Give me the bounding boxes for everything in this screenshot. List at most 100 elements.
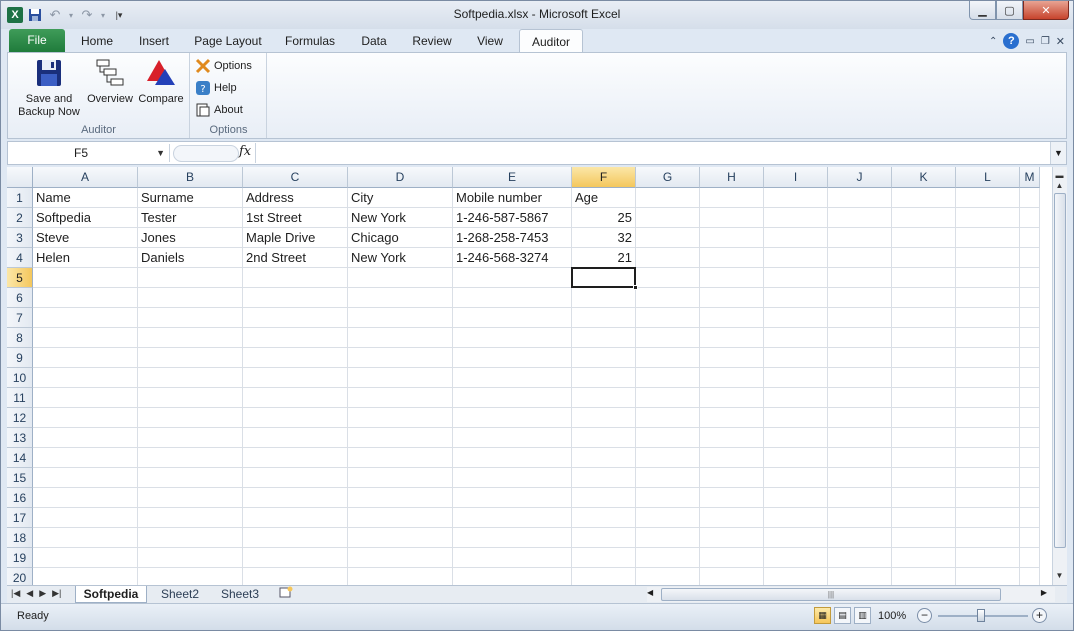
cell-f8[interactable] — [572, 328, 636, 348]
cell-d17[interactable] — [348, 508, 453, 528]
horizontal-scroll-thumb[interactable]: ||| — [661, 588, 1001, 601]
row-header[interactable]: 13 — [7, 428, 33, 448]
sheet-tab-sheet3[interactable]: Sheet3 — [211, 586, 269, 603]
cell-d8[interactable] — [348, 328, 453, 348]
cell-c5[interactable] — [243, 268, 348, 288]
cell-i18[interactable] — [764, 528, 828, 548]
cell-c16[interactable] — [243, 488, 348, 508]
cell-a19[interactable] — [33, 548, 138, 568]
cell-b6[interactable] — [138, 288, 243, 308]
cell-l5[interactable] — [956, 268, 1020, 288]
zoom-level[interactable]: 100% — [878, 610, 906, 622]
cell-j12[interactable] — [828, 408, 892, 428]
last-sheet-icon[interactable]: ▶| — [52, 588, 61, 599]
cell-e7[interactable] — [453, 308, 572, 328]
worksheet-grid[interactable]: ABCDEFGHIJKLM 1 Name Surname Address City Mob… — [7, 167, 1052, 585]
cell-c7[interactable] — [243, 308, 348, 328]
cell-h12[interactable] — [700, 408, 764, 428]
cell-e18[interactable] — [453, 528, 572, 548]
cell-m6[interactable] — [1020, 288, 1040, 308]
cell-j16[interactable] — [828, 488, 892, 508]
name-box[interactable]: F5 ▼ — [10, 144, 170, 162]
cell-a10[interactable] — [33, 368, 138, 388]
cell-j10[interactable] — [828, 368, 892, 388]
minimize-button[interactable]: ▁ — [969, 1, 996, 20]
cell-h9[interactable] — [700, 348, 764, 368]
cell-i9[interactable] — [764, 348, 828, 368]
row-header[interactable]: 7 — [7, 308, 33, 328]
first-sheet-icon[interactable]: |◀ — [11, 588, 20, 599]
cell-d18[interactable] — [348, 528, 453, 548]
cell-f3[interactable]: 32 — [572, 228, 636, 248]
compare-button[interactable]: Compare — [136, 57, 186, 106]
row-header[interactable]: 10 — [7, 368, 33, 388]
cell-f11[interactable] — [572, 388, 636, 408]
cell-f5[interactable] — [572, 268, 636, 288]
cell-g3[interactable] — [636, 228, 700, 248]
row-header[interactable]: 2 — [7, 208, 33, 228]
cell-m16[interactable] — [1020, 488, 1040, 508]
scroll-right-icon[interactable]: ▶ — [1041, 588, 1047, 597]
column-header-i[interactable]: I — [764, 167, 828, 188]
vertical-scrollbar[interactable]: ▬ ▲ ▼ — [1052, 167, 1067, 585]
cell-d6[interactable] — [348, 288, 453, 308]
cell-j1[interactable] — [828, 188, 892, 208]
cell-k14[interactable] — [892, 448, 956, 468]
cell-e11[interactable] — [453, 388, 572, 408]
tab-home[interactable]: Home — [73, 29, 121, 53]
cell-a18[interactable] — [33, 528, 138, 548]
cell-g10[interactable] — [636, 368, 700, 388]
cell-d11[interactable] — [348, 388, 453, 408]
cell-d12[interactable] — [348, 408, 453, 428]
cell-j13[interactable] — [828, 428, 892, 448]
cell-k20[interactable] — [892, 568, 956, 585]
cell-f15[interactable] — [572, 468, 636, 488]
cell-m10[interactable] — [1020, 368, 1040, 388]
cell-g13[interactable] — [636, 428, 700, 448]
cell-g4[interactable] — [636, 248, 700, 268]
cell-a3[interactable]: Steve — [33, 228, 138, 248]
cell-c12[interactable] — [243, 408, 348, 428]
cell-f17[interactable] — [572, 508, 636, 528]
row-header[interactable]: 16 — [7, 488, 33, 508]
cell-i3[interactable] — [764, 228, 828, 248]
chevron-down-icon[interactable]: ▼ — [156, 144, 165, 162]
cell-g16[interactable] — [636, 488, 700, 508]
cell-i15[interactable] — [764, 468, 828, 488]
cell-d4[interactable]: New York — [348, 248, 453, 268]
zoom-slider-knob[interactable] — [977, 609, 985, 622]
cell-c13[interactable] — [243, 428, 348, 448]
cell-m15[interactable] — [1020, 468, 1040, 488]
cell-h15[interactable] — [700, 468, 764, 488]
cell-j14[interactable] — [828, 448, 892, 468]
cell-l15[interactable] — [956, 468, 1020, 488]
cell-l8[interactable] — [956, 328, 1020, 348]
column-header-j[interactable]: J — [828, 167, 892, 188]
cell-e8[interactable] — [453, 328, 572, 348]
cell-e19[interactable] — [453, 548, 572, 568]
cell-l11[interactable] — [956, 388, 1020, 408]
cell-f4[interactable]: 21 — [572, 248, 636, 268]
cell-k1[interactable] — [892, 188, 956, 208]
cell-h16[interactable] — [700, 488, 764, 508]
cell-k2[interactable] — [892, 208, 956, 228]
cell-g7[interactable] — [636, 308, 700, 328]
column-header-e[interactable]: E — [453, 167, 572, 188]
cell-l3[interactable] — [956, 228, 1020, 248]
cell-e15[interactable] — [453, 468, 572, 488]
cell-i13[interactable] — [764, 428, 828, 448]
cell-b10[interactable] — [138, 368, 243, 388]
cell-f9[interactable] — [572, 348, 636, 368]
cell-h8[interactable] — [700, 328, 764, 348]
cell-h1[interactable] — [700, 188, 764, 208]
cell-k10[interactable] — [892, 368, 956, 388]
cell-j8[interactable] — [828, 328, 892, 348]
cell-f13[interactable] — [572, 428, 636, 448]
column-header-f[interactable]: F — [572, 167, 636, 188]
cell-e10[interactable] — [453, 368, 572, 388]
cell-c8[interactable] — [243, 328, 348, 348]
cell-i4[interactable] — [764, 248, 828, 268]
cell-i17[interactable] — [764, 508, 828, 528]
tab-file[interactable]: File — [9, 29, 65, 53]
cell-h14[interactable] — [700, 448, 764, 468]
